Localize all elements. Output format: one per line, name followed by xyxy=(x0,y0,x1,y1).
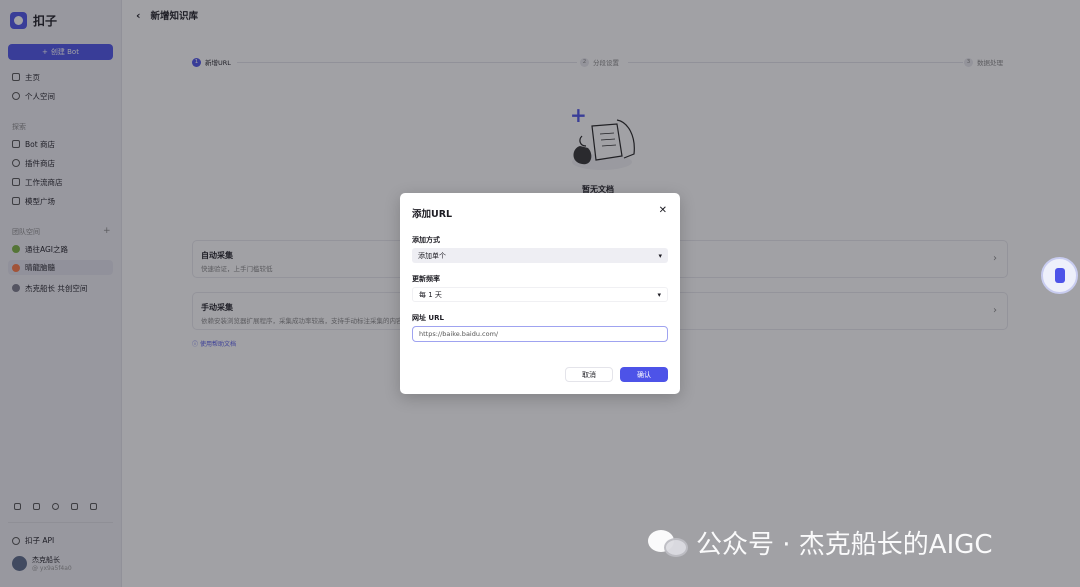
cancel-button[interactable]: 取消 xyxy=(565,367,613,382)
assistant-icon xyxy=(1054,268,1065,283)
frequency-label: 更新频率 xyxy=(412,275,440,283)
method-label: 添加方式 xyxy=(412,236,440,244)
dialog-title: 添加URL xyxy=(412,209,453,220)
floating-assistant-button[interactable] xyxy=(1041,257,1078,294)
url-label: 网址 URL xyxy=(412,314,444,322)
watermark-text: 公众号 · 杰克船长的AIGC xyxy=(696,530,993,560)
watermark: 公众号 · 杰克船长的AIGC xyxy=(648,524,993,561)
frequency-value: 每 1 天 xyxy=(419,290,442,299)
add-url-dialog: 添加URL ✕ 添加方式 添加单个 ▾ 更新频率 每 1 天 ▾ 网址 URL … xyxy=(400,193,680,394)
close-icon[interactable]: ✕ xyxy=(659,205,667,216)
method-value: 添加单个 xyxy=(418,251,446,260)
url-input[interactable] xyxy=(412,326,668,342)
chevron-down-icon: ▾ xyxy=(657,290,661,299)
confirm-button[interactable]: 确认 xyxy=(620,367,668,382)
chevron-down-icon: ▾ xyxy=(658,251,662,260)
method-select[interactable]: 添加单个 ▾ xyxy=(412,248,668,263)
frequency-select[interactable]: 每 1 天 ▾ xyxy=(412,287,668,302)
wechat-icon xyxy=(648,528,688,558)
